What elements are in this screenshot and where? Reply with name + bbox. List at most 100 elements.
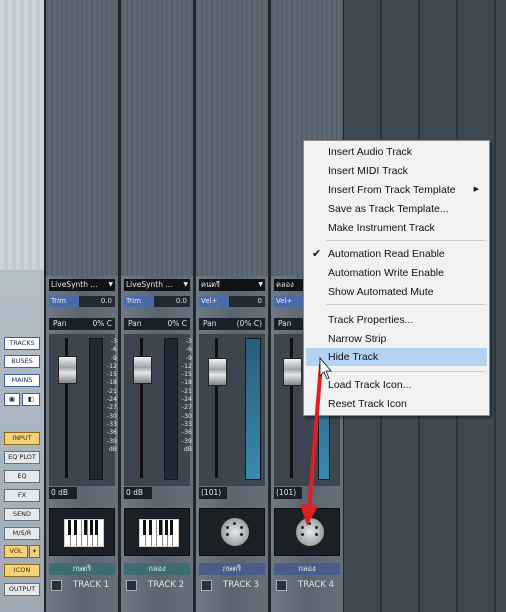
track-name[interactable]: กษตริ (199, 563, 265, 575)
input-button[interactable]: INPUT (4, 432, 40, 445)
instrument-dropdown[interactable]: LiveSynth ... ▼ (124, 279, 190, 291)
pan-label: Pan (203, 319, 217, 328)
menu-item-automation-read-enable[interactable]: ✔ Automation Read Enable (306, 245, 487, 263)
menu-item-save-as-template[interactable]: Save as Track Template... (306, 200, 487, 218)
param-label: Trim (49, 296, 79, 307)
piano-icon (139, 519, 179, 547)
buses-button[interactable]: BUSES (4, 355, 40, 368)
send-button[interactable]: SEND (4, 508, 40, 521)
mixer-view-controls: TRACKS BUSES MAINS ▣ ◧ INPUT EQ PLOT EQ … (0, 0, 46, 612)
volume-readout[interactable]: 0 dB (49, 487, 77, 499)
meter-tick-label: -21 (106, 387, 117, 395)
eq-plot-button[interactable]: EQ PLOT (4, 451, 40, 464)
track-name[interactable]: กลอง (124, 563, 190, 575)
menu-item-label: Make Instrument Track (328, 222, 435, 234)
menu-item-automation-write-enable[interactable]: Automation Write Enable (306, 264, 487, 282)
meter-tick-label: -6 (185, 346, 192, 354)
meter-scale: -3 -6 -9 -12 -15 -18 -21 -24 -27 -30 -33 -36 -39 dB (105, 338, 117, 454)
track-strip: คนตรี ▼ Vel+ 0 Pan (0% C) (101) กษตริ TRACK… (196, 0, 271, 612)
meter-tick-label: -15 (181, 371, 192, 379)
param-control[interactable]: Vel+ 0 (199, 296, 265, 307)
track-icon-box[interactable] (199, 508, 265, 556)
instrument-name: คนตรี (201, 280, 221, 289)
menu-item-label: Insert MIDI Track (328, 165, 408, 177)
volume-fader-handle[interactable] (133, 356, 152, 384)
eq-button[interactable]: EQ (4, 470, 40, 483)
param-value: 0.0 (175, 297, 187, 305)
annotation-arrow (300, 356, 332, 526)
track-type-icon (276, 580, 287, 591)
menu-item-insert-audio-track[interactable]: Insert Audio Track (306, 143, 487, 161)
track-strip: LiveSynth ... ▼ Trim 0.0 Pan 0% C -3 -6 -9 -12… (46, 0, 121, 612)
meter-tick-label: -30 (181, 412, 192, 420)
pan-control[interactable]: Pan 0% C (49, 318, 115, 330)
menu-item-track-properties[interactable]: Track Properties... (306, 311, 487, 329)
pan-control[interactable]: Pan 0% C (124, 318, 190, 330)
track-number: TRACK 2 (148, 580, 185, 590)
instrument-name: LiveSynth ... (51, 280, 98, 289)
track-label: TRACK 1 (49, 577, 115, 593)
param-label: Vel+ (274, 296, 304, 307)
menu-item-label: Show Automated Mute (328, 286, 434, 298)
msr-button[interactable]: M/S/R (4, 527, 40, 540)
track-number: TRACK 1 (73, 580, 110, 590)
track-type-icon (126, 580, 137, 591)
mains-button[interactable]: MAINS (4, 374, 40, 387)
instrument-dropdown[interactable]: LiveSynth ... ▼ (49, 279, 115, 291)
menu-item-label: Automation Read Enable (328, 248, 445, 260)
tracks-button[interactable]: TRACKS (4, 337, 40, 350)
pan-label: Pan (128, 319, 142, 328)
output-button[interactable]: OUTPUT (4, 583, 40, 596)
vol-dropdown-icon[interactable]: ▾ (29, 545, 40, 558)
menu-item-insert-midi-track[interactable]: Insert MIDI Track (306, 162, 487, 180)
fx-button[interactable]: FX (4, 489, 40, 502)
meter-tick-label: -9 (185, 354, 192, 362)
menu-item-show-automated-mute[interactable]: Show Automated Mute (306, 283, 487, 301)
track-icon-box[interactable] (124, 508, 190, 556)
param-control[interactable]: Trim 0.0 (124, 296, 190, 307)
volume-fader-handle[interactable] (58, 356, 77, 384)
track-name[interactable]: กษตริ (49, 563, 115, 575)
menu-item-label: Track Properties... (328, 314, 414, 326)
instrument-name: LiveSynth ... (126, 280, 173, 289)
midi-icon (220, 517, 250, 547)
meter-tick-label: -6 (110, 346, 117, 354)
instrument-dropdown[interactable]: คนตรี ▼ (199, 279, 265, 291)
meter-level-fill (246, 339, 260, 479)
pan-control[interactable]: Pan (0% C) (199, 318, 265, 330)
meter-tick-label: -3 (110, 338, 117, 345)
track-name[interactable]: กลอง (274, 563, 340, 575)
pan-value: 0% C (92, 319, 112, 328)
param-label: Vel+ (199, 296, 229, 307)
param-control[interactable]: Trim 0.0 (49, 296, 115, 307)
menu-item-label: Load Track Icon... (328, 379, 412, 391)
fader-area: -3 -6 -9 -12 -15 -18 -21 -24 -27 -30 -33 -36 -39 dB (124, 334, 192, 486)
meter-tick-label: -3 (185, 338, 192, 345)
fader-area (199, 334, 265, 486)
menu-item-make-instrument-track[interactable]: Make Instrument Track (306, 219, 487, 237)
menu-item-label: Insert Audio Track (328, 146, 413, 158)
meter-tick-label: -30 (106, 412, 117, 420)
volume-fader-handle[interactable] (208, 358, 227, 386)
menu-item-insert-from-template[interactable]: Insert From Track Template ▶ (306, 181, 487, 199)
track-icon-box[interactable] (49, 508, 115, 556)
menu-separator (326, 304, 485, 305)
volume-readout[interactable]: 0 dB (124, 487, 152, 499)
vol-button[interactable]: VOL (4, 545, 28, 558)
track-type-icon (51, 580, 62, 591)
pan-value: (0% C) (236, 319, 262, 328)
volume-readout[interactable]: (101) (199, 487, 227, 499)
checkmark-icon: ✔ (312, 248, 322, 260)
menu-item-label: Insert From Track Template (328, 184, 456, 196)
meter-tick-label: -9 (110, 354, 117, 362)
empty-insert-area (196, 0, 268, 276)
meter-tick-label: -39 (106, 437, 117, 445)
level-meter (89, 338, 103, 480)
track-number: TRACK 3 (223, 580, 260, 590)
track-label: TRACK 4 (274, 577, 340, 593)
view-toggle-icon[interactable]: ▣ (4, 393, 20, 406)
strip-width-icon[interactable]: ◧ (22, 393, 40, 406)
meter-tick-label: -36 (106, 429, 117, 437)
meter-tick-label: -39 (181, 437, 192, 445)
icon-button[interactable]: ICON (4, 564, 40, 577)
